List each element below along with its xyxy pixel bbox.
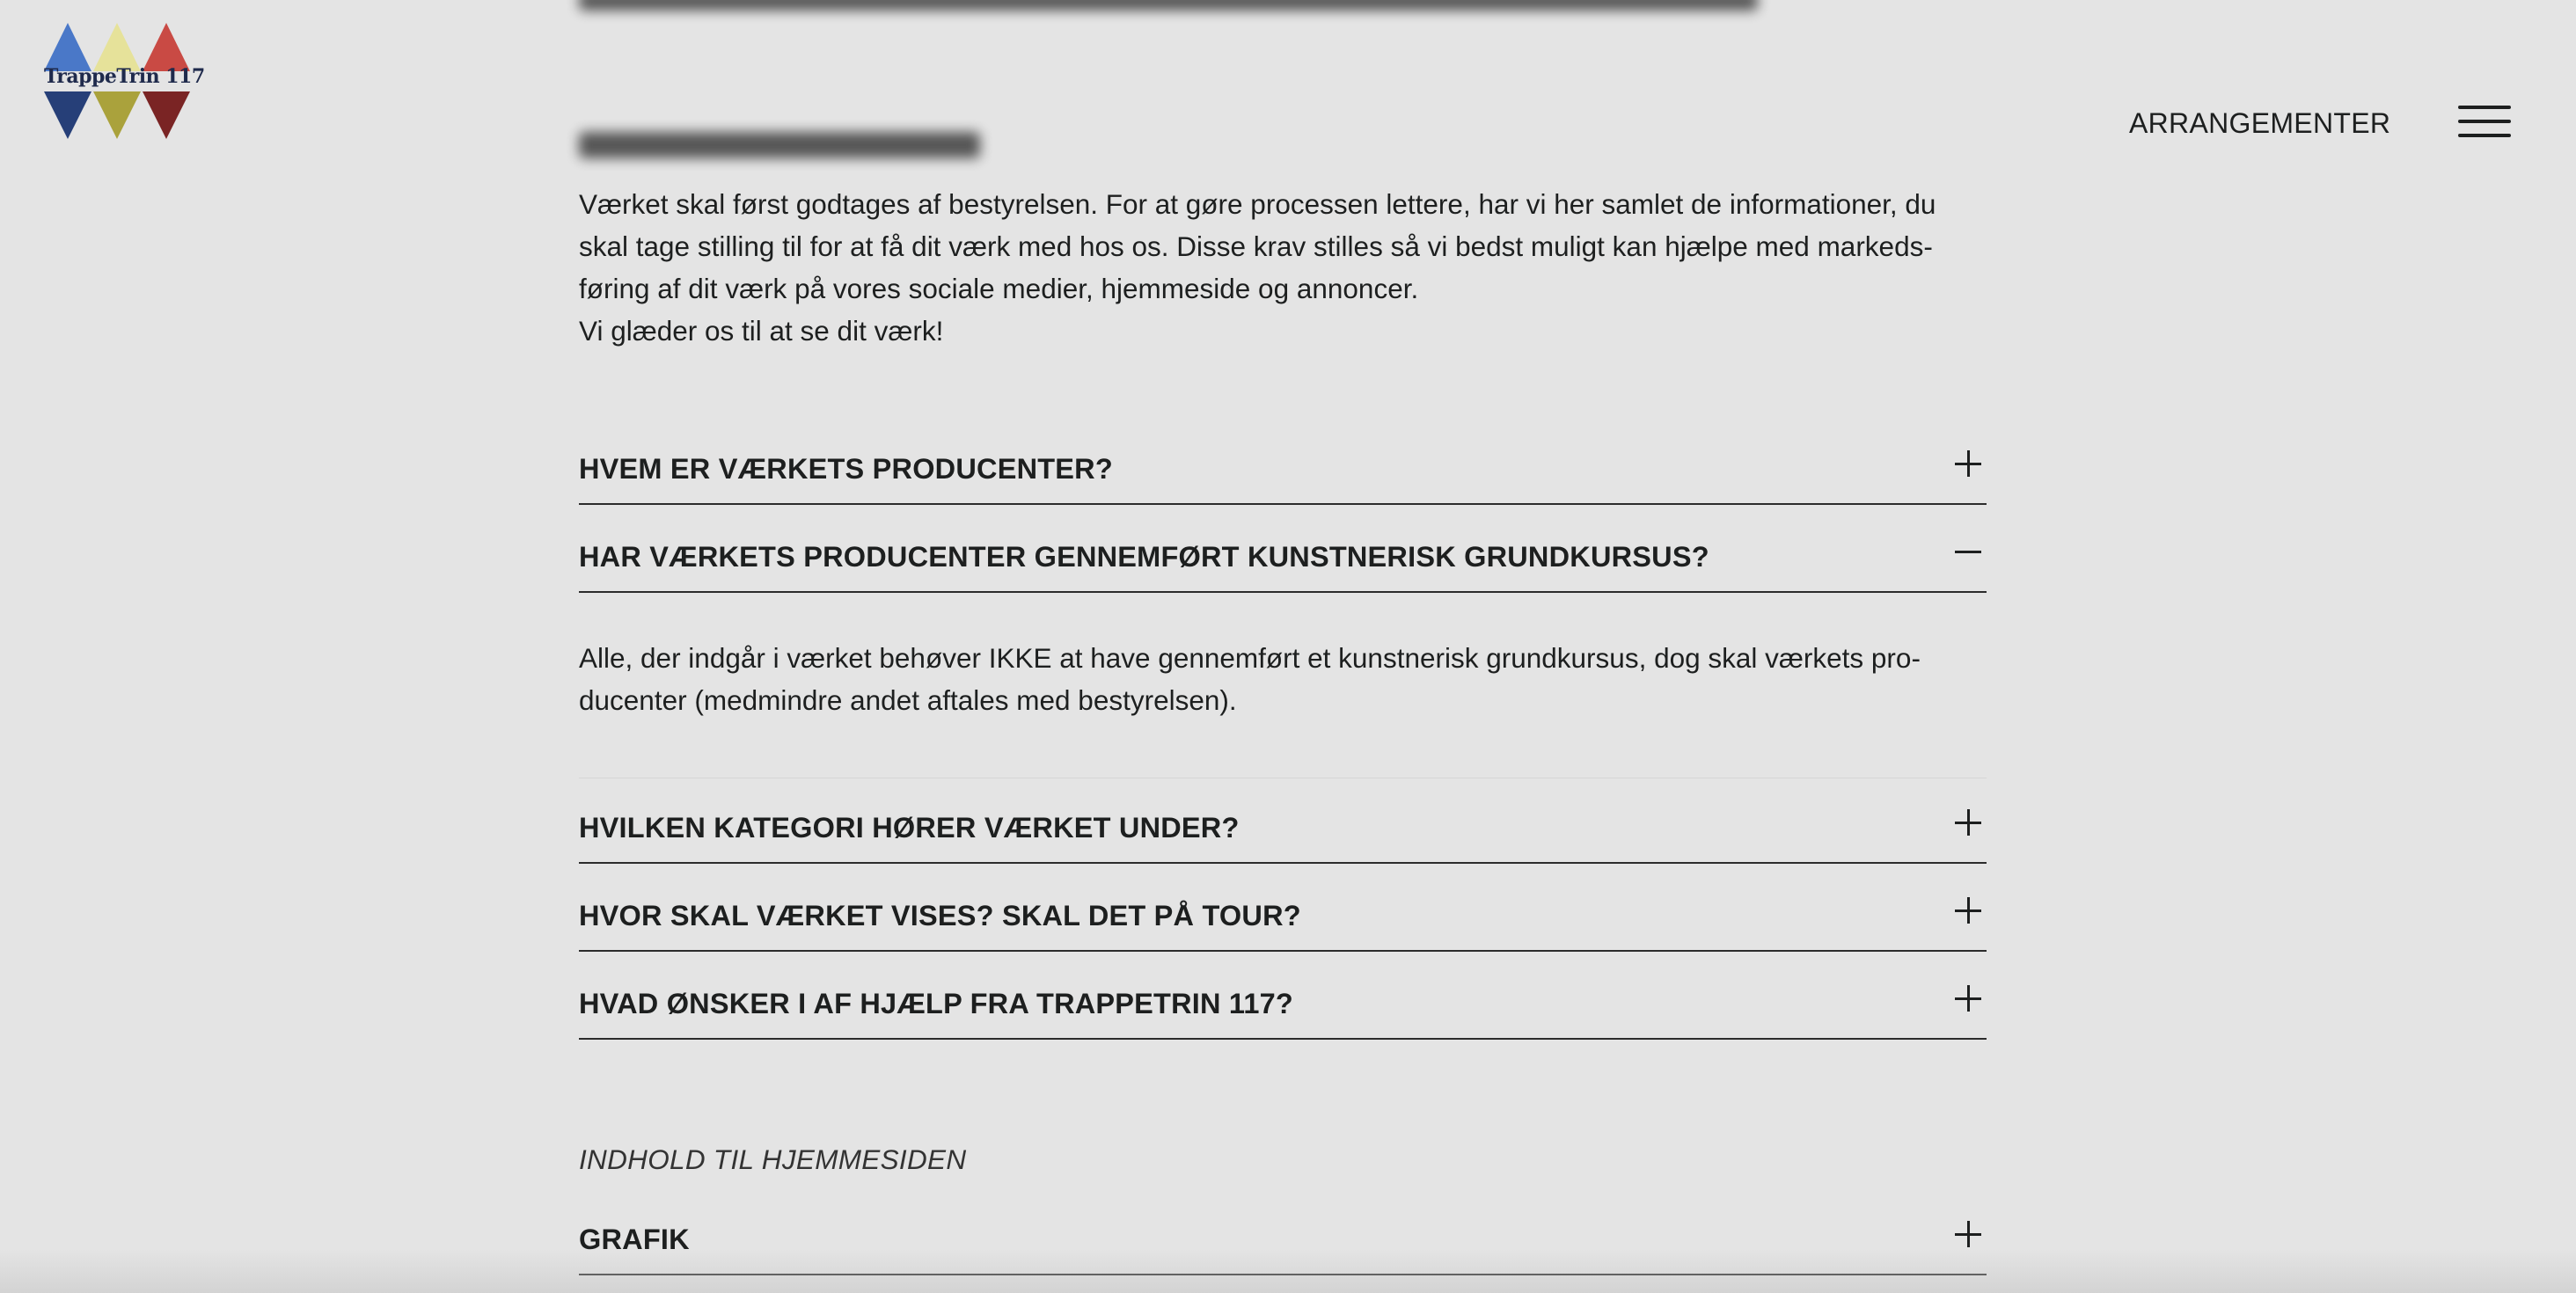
- intro-line: Vi glæder os til at se dit værk!: [579, 315, 944, 347]
- accordion-question: HVAD ØNSKER I AF HJÆLP FRA TRAPPETRIN 11…: [579, 988, 1293, 1019]
- accordion-question: HVOR SKAL VÆRKET VISES? SKAL DET PÅ TOUR…: [579, 900, 1301, 931]
- accordion-item-hjaelp[interactable]: HVAD ØNSKER I AF HJÆLP FRA TRAPPETRIN 11…: [579, 952, 1987, 1040]
- intro-line: skal tage stilling til for at få dit vær…: [579, 230, 1933, 262]
- intro-line: Værket skal først godtages af bestyrelse…: [579, 188, 1936, 220]
- hamburger-menu-icon[interactable]: [2458, 106, 2511, 139]
- accordion-question: HAR VÆRKETS PRODUCENTER GENNEMFØRT KUNST…: [579, 541, 1709, 573]
- accordion-answer: Alle, der indgår i værket behøver IKKE a…: [579, 637, 1987, 721]
- accordion-question: GRAFIK: [579, 1224, 690, 1255]
- answer-line: ducenter (medmindre andet aftales med be…: [579, 684, 1237, 716]
- page: TrappeTrin 117 ARRANGEMENTER Værket skal…: [0, 0, 2576, 1293]
- accordion-item-producers[interactable]: HVEM ER VÆRKETS PRODUCENTER?: [579, 417, 1987, 505]
- nav-link-arrangementer[interactable]: ARRANGEMENTER: [2129, 107, 2390, 140]
- plus-icon[interactable]: [1955, 1221, 1981, 1247]
- accordion-question: HVILKEN KATEGORI HØRER VÆRKET UNDER?: [579, 812, 1240, 844]
- plus-icon[interactable]: [1955, 897, 1981, 924]
- plus-icon[interactable]: [1955, 450, 1981, 477]
- plus-icon[interactable]: [1955, 809, 1981, 836]
- minus-icon[interactable]: [1955, 538, 1981, 565]
- accordion-item-kategori[interactable]: HVILKEN KATEGORI HØRER VÆRKET UNDER?: [579, 776, 1987, 864]
- accordion-item-grafik[interactable]: GRAFIK: [579, 1187, 1987, 1275]
- section-label: INDHOLD TIL HJEMMESIDEN: [579, 1143, 967, 1175]
- accordion-item-grundkursus[interactable]: HAR VÆRKETS PRODUCENTER GENNEMFØRT KUNST…: [579, 505, 1987, 593]
- accordion-question: HVEM ER VÆRKETS PRODUCENTER?: [579, 453, 1113, 485]
- plus-icon[interactable]: [1955, 985, 1981, 1012]
- logo-text: TrappeTrin 117: [44, 65, 205, 88]
- intro-line: føring af dit værk på vores sociale medi…: [579, 273, 1419, 304]
- intro-text: Værket skal først godtages af bestyrelse…: [579, 183, 1987, 352]
- accordion-item-tour[interactable]: HVOR SKAL VÆRKET VISES? SKAL DET PÅ TOUR…: [579, 864, 1987, 952]
- blurred-heading: [579, 132, 980, 158]
- answer-line: Alle, der indgår i værket behøver IKKE a…: [579, 642, 1921, 674]
- site-logo[interactable]: TrappeTrin 117: [44, 23, 205, 139]
- blurred-text-line: [579, 0, 1758, 11]
